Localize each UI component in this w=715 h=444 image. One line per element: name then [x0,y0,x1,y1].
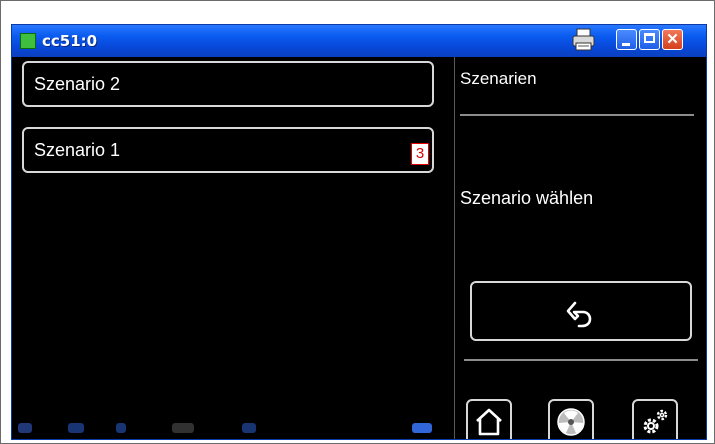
undo-arrow-icon [566,301,592,328]
screenshot-frame: cc51:0 ✕ Szenario 2 Szenario 1 3 Szenari… [0,0,715,444]
scenario-button-2[interactable]: Szenario 2 [22,61,434,107]
status-indicator [68,423,84,433]
status-bar [12,419,452,439]
maximize-button[interactable] [639,29,660,50]
gears-icon [643,409,668,434]
close-icon: ✕ [666,31,679,48]
status-indicator [242,423,256,433]
fan-button[interactable] [548,399,594,439]
signal-indicator [172,423,194,433]
app-content: Szenario 2 Szenario 1 3 Szenarien Szenar… [12,57,706,439]
app-icon [20,33,36,49]
scenario-button-1[interactable]: Szenario 1 [22,127,434,173]
fan-icon [557,408,585,436]
title-bar[interactable]: cc51:0 ✕ [12,25,706,57]
panel-divider-top [460,114,694,116]
vertical-divider [454,57,455,439]
status-indicator [18,423,32,433]
status-indicator [116,423,126,433]
app-window: cc51:0 ✕ Szenario 2 Szenario 1 3 Szenari… [11,24,707,440]
panel-subtitle: Szenario wählen [460,188,594,208]
status-indicator [412,423,432,433]
print-button[interactable] [570,27,598,53]
back-button[interactable] [470,281,692,341]
minimize-button[interactable] [616,29,637,50]
window-title: cc51:0 [42,32,98,50]
home-button[interactable] [466,399,512,439]
panel-title: Szenarien [460,69,537,88]
close-button[interactable]: ✕ [662,29,683,50]
home-icon [476,408,502,436]
settings-button[interactable] [632,399,678,439]
panel-divider-bottom [464,359,698,361]
annotation-badge: 3 [411,143,429,165]
printer-icon [572,28,595,51]
